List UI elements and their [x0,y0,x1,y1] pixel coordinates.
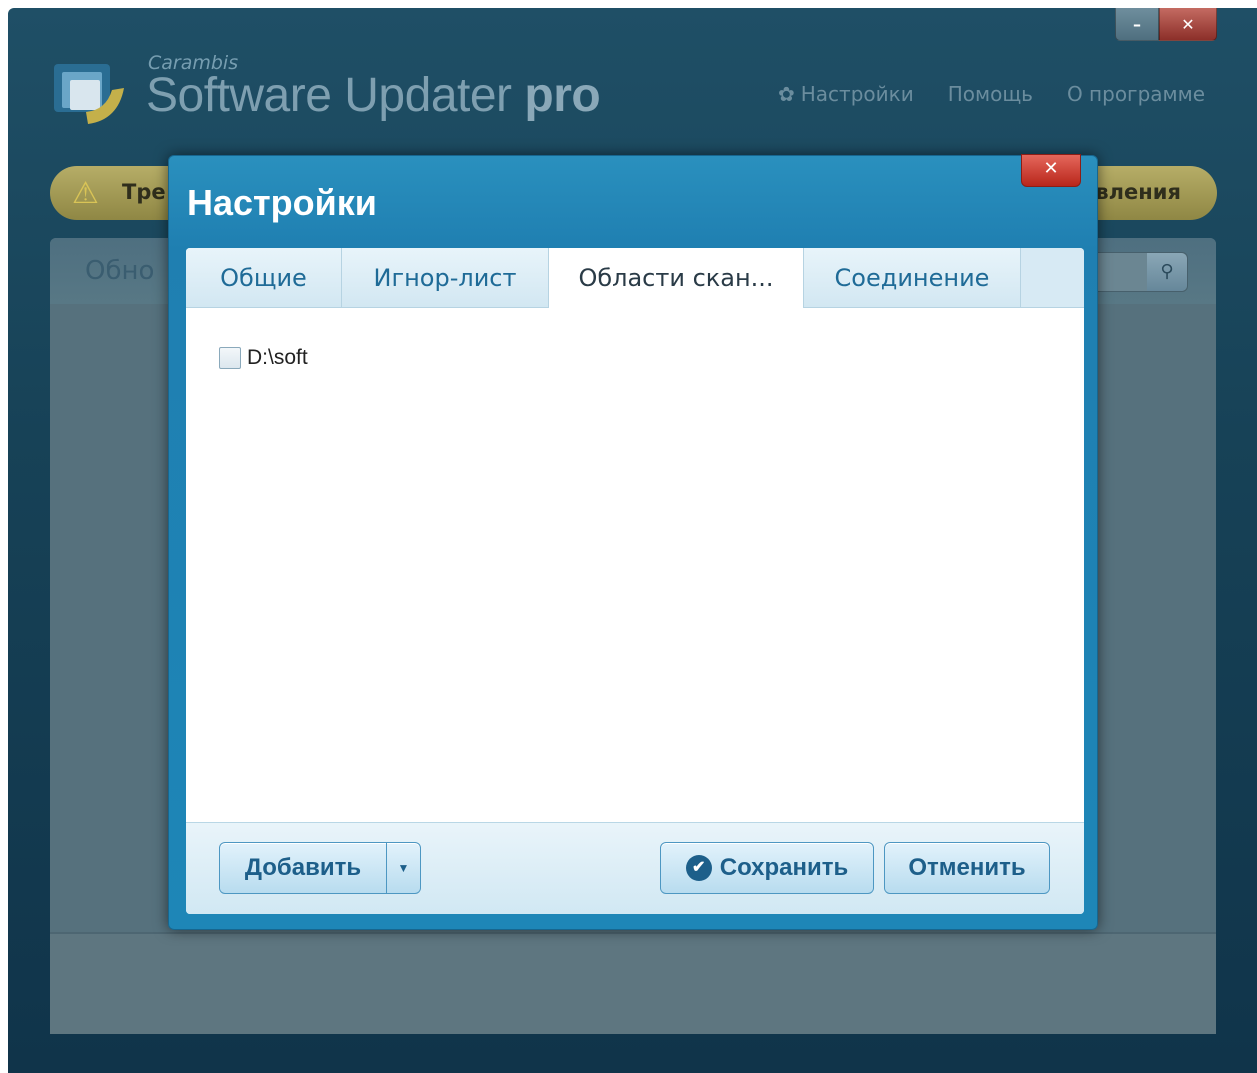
window-close-button[interactable]: ✕ [1159,8,1217,41]
app-logo [54,64,124,124]
background-panel-footer [50,932,1216,1034]
tab-scan-areas[interactable]: Области скан... [549,248,804,308]
list-item[interactable]: D:\soft [219,346,308,370]
top-nav: ✿ Настройки Помощь О программе [778,82,1205,106]
settings-dialog: ✕ Настройки Общие Игнор-лист Области ска… [168,154,1098,930]
minimize-button[interactable]: – [1115,8,1159,41]
gear-icon: ✿ [778,82,795,106]
dialog-body: Общие Игнор-лист Области скан... Соедине… [186,248,1084,914]
checkmark-icon: ✔ [685,855,712,881]
add-button[interactable]: Добавить [219,842,387,894]
tab-ignore-list[interactable]: Игнор-лист [342,248,549,307]
scan-path-label: D:\soft [247,346,308,369]
nav-about[interactable]: О программе [1067,82,1205,106]
search-icon[interactable]: ⚲ [1147,253,1187,291]
alert-text-left: Тре [122,180,166,204]
dialog-title: Настройки [187,182,377,223]
scan-path-checkbox[interactable] [219,347,241,369]
background-panel-title: Обно [85,256,155,286]
save-button[interactable]: ✔ Сохранить [660,842,874,894]
tab-bar: Общие Игнор-лист Области скан... Соедине… [186,248,1084,308]
brand-title: Software Updater pro [146,68,601,123]
add-dropdown-button[interactable]: ▼ [386,842,421,894]
dialog-close-button[interactable]: ✕ [1021,154,1081,187]
tab-general[interactable]: Общие [186,248,342,307]
scan-areas-list: D:\soft [186,308,1084,822]
alert-text-right: вления [1095,180,1181,204]
brand-title-main: Software Updater [146,69,512,122]
save-button-label: Сохранить [719,854,849,881]
warning-icon: ⚠ [72,176,99,211]
window-controls: – ✕ [1115,8,1217,41]
tab-connection[interactable]: Соединение [804,248,1021,307]
dialog-footer: Добавить ▼ ✔ Сохранить Отменить [186,822,1084,914]
nav-settings[interactable]: ✿ Настройки [778,82,914,106]
nav-settings-label: Настройки [800,82,914,106]
nav-help[interactable]: Помощь [948,82,1033,106]
brand-title-suffix: pro [524,69,601,122]
cancel-button[interactable]: Отменить [884,842,1050,894]
chevron-down-icon: ▼ [397,861,410,875]
